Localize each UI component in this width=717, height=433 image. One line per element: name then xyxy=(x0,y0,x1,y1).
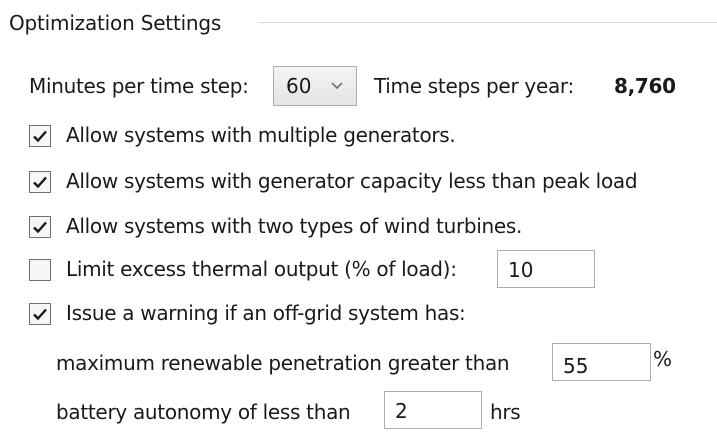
checkbox-two-wind-turbines[interactable] xyxy=(29,216,51,238)
checkbox-generator-capacity[interactable] xyxy=(29,171,51,193)
battery-autonomy-label: battery autonomy of less than xyxy=(56,400,351,424)
minutes-per-time-step-label: Minutes per time step: xyxy=(29,74,249,98)
option-issue-warning-label: Issue a warning if an off-grid system ha… xyxy=(66,301,466,325)
battery-autonomy-value: 2 xyxy=(395,399,408,423)
checkbox-multiple-generators[interactable] xyxy=(29,125,51,147)
checkmark-icon xyxy=(33,130,47,143)
checkbox-issue-warning[interactable] xyxy=(29,303,51,325)
checkbox-limit-excess-thermal[interactable] xyxy=(29,259,51,281)
renewable-penetration-label: maximum renewable penetration greater th… xyxy=(56,351,510,375)
checkmark-icon xyxy=(33,176,47,189)
renewable-penetration-input[interactable]: 55 xyxy=(552,343,651,381)
excess-thermal-value: 10 xyxy=(508,258,534,282)
option-limit-excess-thermal-label: Limit excess thermal output (% of load): xyxy=(66,257,457,281)
minutes-per-time-step-select[interactable]: 60 xyxy=(273,66,357,106)
excess-thermal-input[interactable]: 10 xyxy=(497,250,595,288)
battery-autonomy-unit: hrs xyxy=(490,400,521,424)
group-title: Optimization Settings xyxy=(9,11,222,35)
renewable-penetration-unit: % xyxy=(653,347,672,371)
option-generator-capacity-label: Allow systems with generator capacity le… xyxy=(66,169,638,193)
time-steps-per-year-label: Time steps per year: xyxy=(374,74,574,98)
checkmark-icon xyxy=(33,221,47,234)
option-two-wind-turbines-label: Allow systems with two types of wind tur… xyxy=(66,214,523,238)
checkmark-icon xyxy=(33,308,47,321)
battery-autonomy-input[interactable]: 2 xyxy=(384,391,482,429)
chevron-down-icon xyxy=(331,82,343,90)
minutes-per-time-step-value: 60 xyxy=(286,74,312,98)
time-steps-per-year-value: 8,760 xyxy=(614,74,676,98)
optimization-settings-group: Optimization Settings Minutes per time s… xyxy=(0,0,717,433)
renewable-penetration-value: 55 xyxy=(563,354,589,378)
group-border-line xyxy=(258,22,717,23)
option-multiple-generators-label: Allow systems with multiple generators. xyxy=(66,123,456,147)
